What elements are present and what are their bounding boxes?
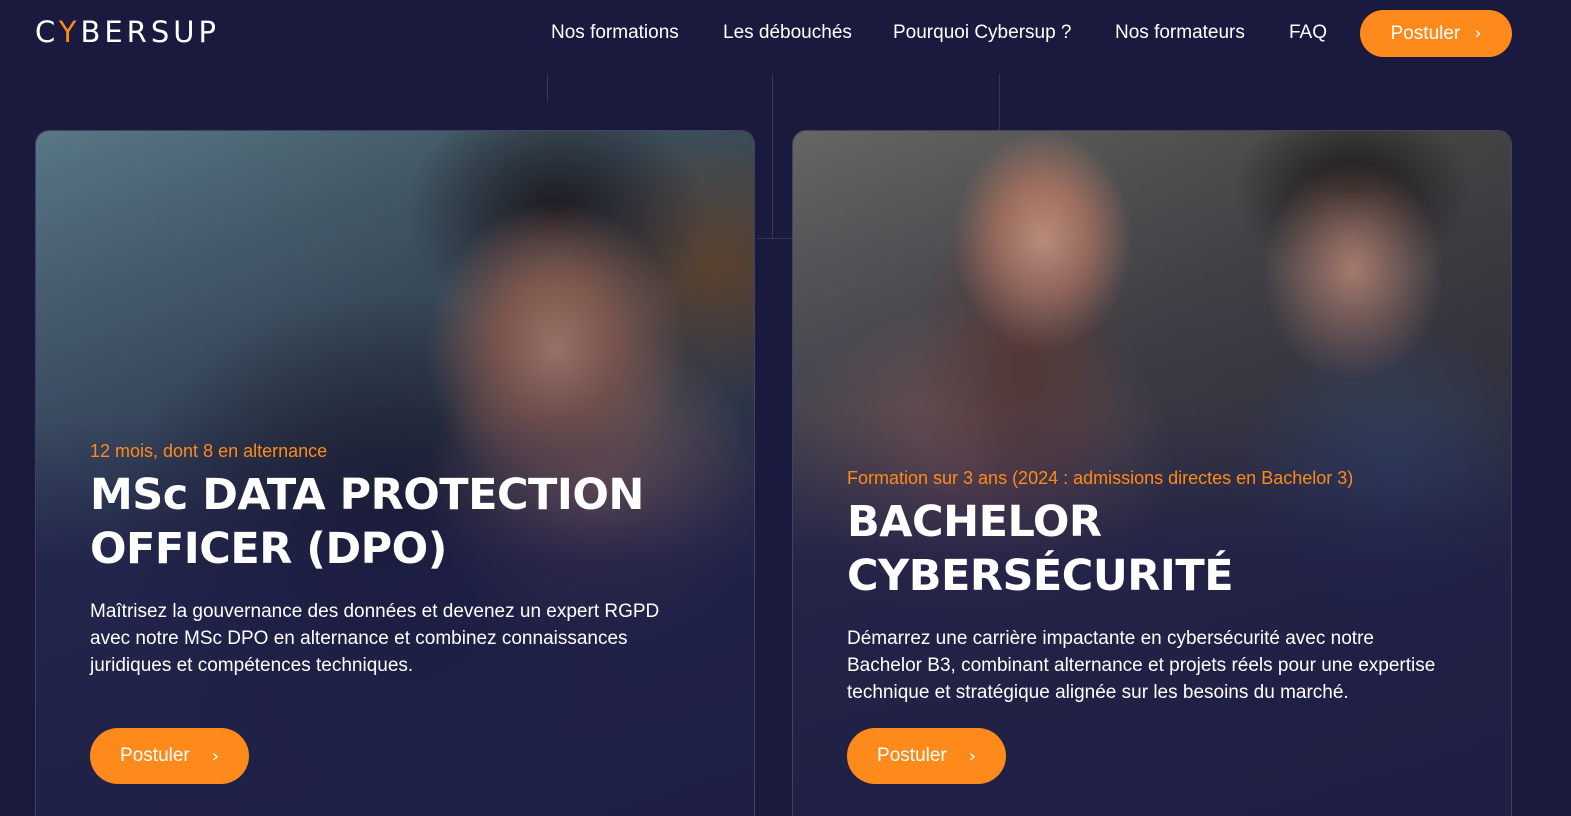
nav-item-nos-formateurs[interactable]: Nos formateurs — [1115, 22, 1245, 44]
decorative-line — [757, 238, 793, 239]
site-header: CYBERSUP Nos formations Les débouchés Po… — [0, 0, 1571, 70]
logo-text-end: BERSUP — [80, 15, 220, 49]
card-content: 12 mois, dont 8 en alternance MSc DATA P… — [90, 441, 714, 679]
card-subtitle: 12 mois, dont 8 en alternance — [90, 441, 328, 461]
nav-item-les-debouches[interactable]: Les débouchés — [723, 22, 852, 44]
postuler-button[interactable]: Postuler › — [847, 728, 1006, 784]
chevron-right-icon: › — [968, 745, 976, 767]
card-title: MSc DATA PROTECTION OFFICER (DPO) — [90, 470, 644, 574]
card-title: BACHELOR CYBERSÉCURITÉ — [847, 497, 1234, 601]
decorative-line — [999, 74, 1000, 130]
postuler-label: Postuler — [120, 745, 190, 766]
card-description: Maîtrisez la gouvernance des données et … — [90, 601, 660, 676]
card-subtitle: Formation sur 3 ans (2024 : admissions d… — [847, 468, 1354, 488]
chevron-right-icon: › — [1474, 23, 1482, 44]
program-card-bachelor-cybersecurite[interactable]: Formation sur 3 ans (2024 : admissions d… — [792, 130, 1512, 816]
postuler-button[interactable]: Postuler › — [90, 728, 249, 784]
nav-item-nos-formations[interactable]: Nos formations — [551, 22, 679, 44]
header-postuler-button[interactable]: Postuler › — [1360, 10, 1512, 57]
header-postuler-label: Postuler — [1390, 22, 1461, 44]
logo-accent-letter: Y — [58, 15, 81, 49]
chevron-right-icon: › — [211, 745, 219, 767]
program-card-msc-dpo[interactable]: 12 mois, dont 8 en alternance MSc DATA P… — [35, 130, 755, 816]
nav-item-pourquoi-cybersup[interactable]: Pourquoi Cybersup ? — [893, 22, 1072, 44]
card-content: Formation sur 3 ans (2024 : admissions d… — [847, 468, 1471, 706]
decorative-line — [547, 74, 548, 102]
cybersup-logo[interactable]: CYBERSUP — [35, 15, 220, 49]
nav-item-faq[interactable]: FAQ — [1289, 22, 1327, 44]
logo-text-start: C — [35, 15, 59, 49]
decorative-line — [772, 74, 773, 238]
postuler-label: Postuler — [877, 745, 947, 766]
card-description: Démarrez une carrière impactante en cybe… — [847, 628, 1436, 703]
